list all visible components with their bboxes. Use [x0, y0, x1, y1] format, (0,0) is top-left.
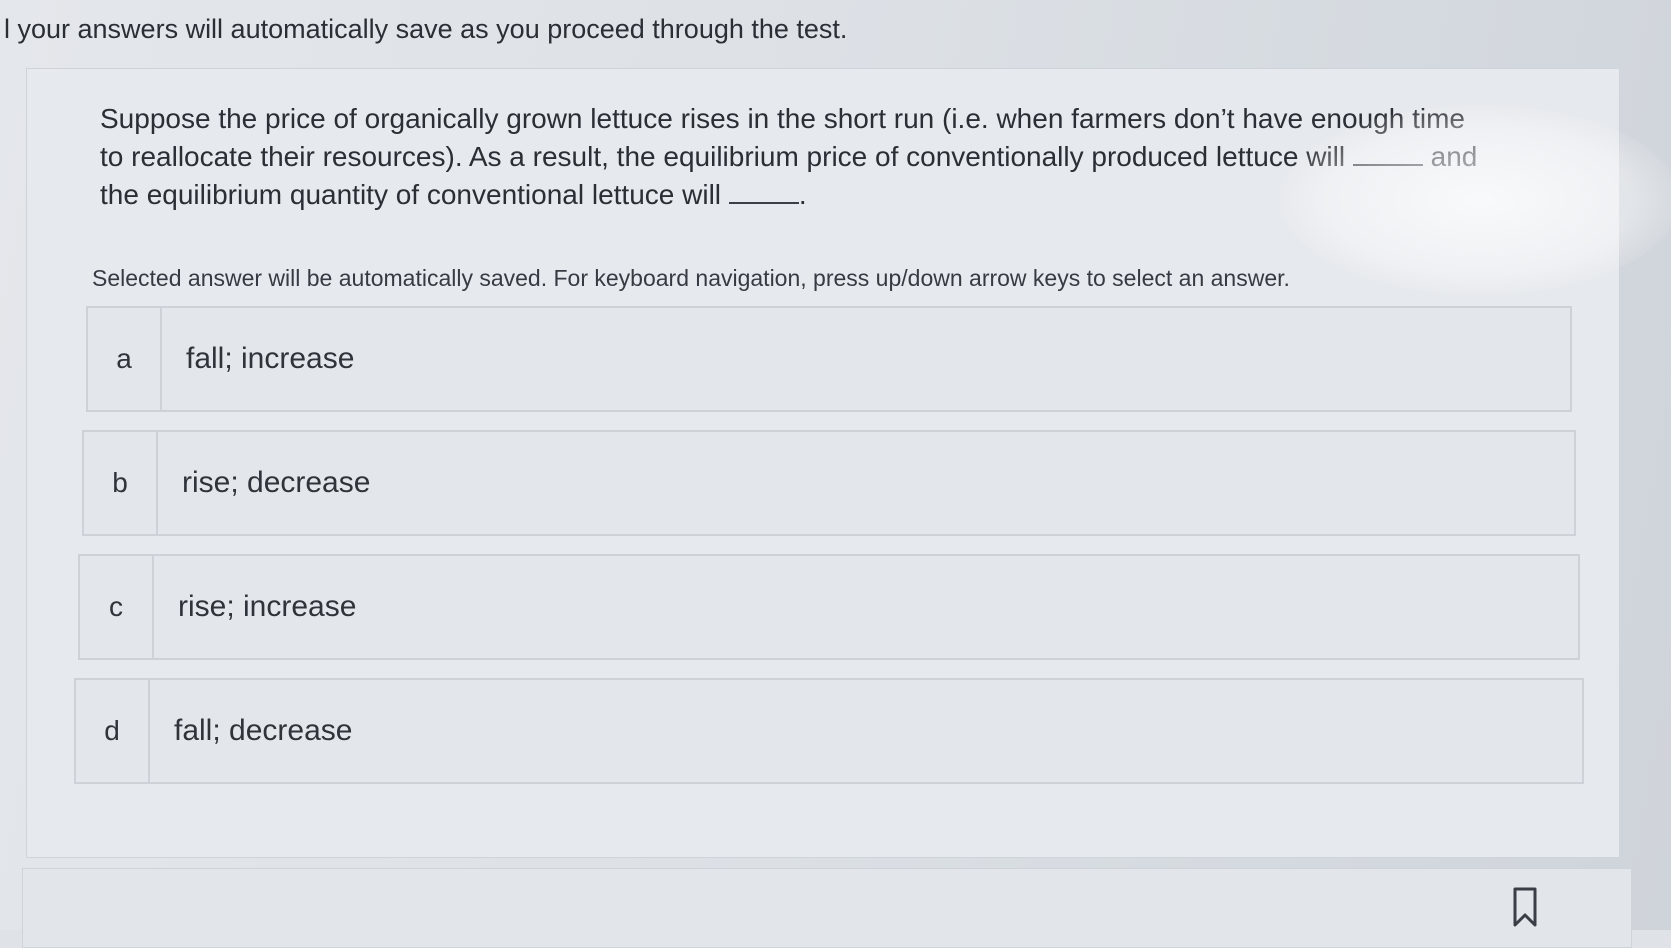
answer-instructions: Selected answer will be automatically sa… [92, 265, 1290, 291]
answer-letter: d [76, 680, 150, 782]
answer-text: rise; increase [178, 590, 357, 623]
question-text: Suppose the price of organically grown l… [100, 100, 1480, 214]
answer-blank-2 [728, 180, 799, 204]
bookmark-icon[interactable] [1512, 887, 1538, 927]
answer-option-a[interactable]: a fall; increase [86, 306, 1572, 412]
autosave-notice: l your answers will automatically save a… [4, 14, 848, 44]
answer-letter: c [80, 556, 154, 658]
answer-option-b[interactable]: b rise; decrease [82, 430, 1576, 536]
question-part-1: Suppose the price of organically grown l… [100, 103, 1465, 172]
next-question-card [22, 868, 1632, 948]
answer-text: rise; decrease [182, 466, 371, 499]
answer-blank-1 [1352, 142, 1423, 166]
answer-text: fall; decrease [174, 714, 353, 747]
answer-option-d[interactable]: d fall; decrease [74, 678, 1584, 784]
question-part-3: . [798, 179, 807, 210]
answer-letter: b [84, 432, 158, 534]
answer-letter: a [88, 308, 162, 410]
answer-option-c[interactable]: c rise; increase [78, 554, 1580, 660]
answer-text: fall; increase [186, 342, 355, 375]
